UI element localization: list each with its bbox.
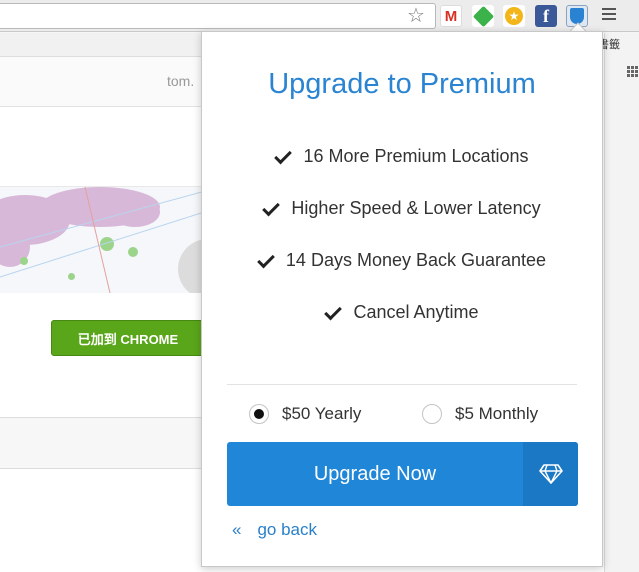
checkmark-icon bbox=[257, 250, 275, 269]
feature-item: 16 More Premium Locations bbox=[202, 146, 602, 198]
browser-menu-icon[interactable] bbox=[602, 8, 616, 23]
feature-list: 16 More Premium Locations Higher Speed &… bbox=[202, 146, 602, 354]
page-section bbox=[0, 107, 220, 187]
divider bbox=[227, 384, 577, 385]
evernote-icon[interactable] bbox=[472, 5, 494, 27]
feature-text: 14 Days Money Back Guarantee bbox=[285, 250, 547, 270]
upgrade-now-label: Upgrade Now bbox=[313, 462, 437, 485]
address-bar[interactable] bbox=[0, 3, 436, 29]
feature-item: Higher Speed & Lower Latency bbox=[202, 198, 602, 250]
apps-grid-icon[interactable] bbox=[627, 66, 639, 78]
plan-label-monthly: $5 Monthly bbox=[455, 404, 539, 423]
star-extension-icon[interactable]: ★ bbox=[503, 5, 525, 27]
page-footer-section bbox=[0, 417, 220, 469]
feature-item: 14 Days Money Back Guarantee bbox=[202, 250, 602, 302]
plan-label-yearly: $50 Yearly bbox=[282, 404, 362, 423]
feature-item: Cancel Anytime bbox=[202, 302, 602, 354]
checkmark-icon bbox=[262, 198, 281, 217]
bookmark-star-icon[interactable]: ☆ bbox=[407, 4, 425, 28]
checkmark-icon bbox=[274, 146, 293, 165]
plan-selector: $50 Yearly $5 Monthly bbox=[249, 404, 579, 426]
feature-text: Higher Speed & Lower Latency bbox=[291, 198, 541, 218]
browser-toolbar: ☆ M ★ f bbox=[0, 0, 639, 32]
checkmark-icon bbox=[324, 302, 343, 321]
plan-option-monthly[interactable]: $5 Monthly bbox=[422, 404, 538, 424]
added-to-chrome-button[interactable]: 已加到 CHROME bbox=[51, 320, 205, 356]
yearly-radio[interactable] bbox=[249, 404, 269, 424]
plan-option-yearly[interactable]: $50 Yearly bbox=[249, 404, 361, 424]
facebook-icon[interactable]: f bbox=[535, 5, 557, 27]
double-chevron-left-icon: « bbox=[232, 520, 242, 539]
monthly-radio[interactable] bbox=[422, 404, 442, 424]
go-back-link[interactable]: « go back bbox=[232, 520, 317, 540]
facebook-letter: f bbox=[543, 5, 549, 26]
gmail-icon[interactable]: M bbox=[440, 5, 462, 27]
upgrade-now-button[interactable]: Upgrade Now bbox=[227, 442, 578, 506]
go-back-label: go back bbox=[257, 520, 318, 539]
feature-text: Cancel Anytime bbox=[353, 302, 479, 322]
user-email-text: tom. bbox=[167, 73, 195, 89]
right-sidebar bbox=[604, 33, 639, 572]
feature-text: 16 More Premium Locations bbox=[303, 146, 529, 166]
premium-upgrade-popup: Upgrade to Premium 16 More Premium Locat… bbox=[201, 31, 603, 567]
popup-title: Upgrade to Premium bbox=[268, 68, 536, 100]
diamond-icon bbox=[523, 442, 578, 506]
extension-banner-image bbox=[0, 187, 220, 293]
gmail-letter: M bbox=[444, 7, 458, 25]
page-header-bar bbox=[0, 33, 220, 57]
